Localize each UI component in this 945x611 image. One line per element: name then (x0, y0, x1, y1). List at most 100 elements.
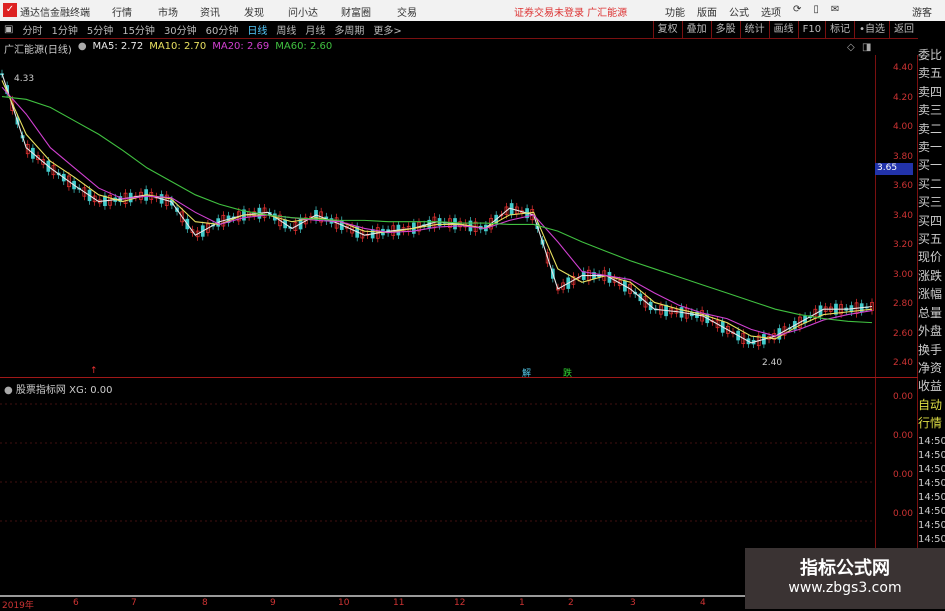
time-tick: 11 (393, 598, 405, 608)
series-line-ma5 (1, 73, 873, 344)
tab-period-daily[interactable]: 日线 (247, 22, 267, 37)
quote-panel-item[interactable]: 买四 (918, 212, 945, 230)
time-tick: 1 (519, 598, 525, 608)
quote-panel-item[interactable]: 涨跌 (918, 267, 945, 285)
quote-panel-item[interactable]: 外盘 (918, 322, 945, 340)
toolbar-button[interactable]: 复权 (652, 21, 682, 39)
menu-item[interactable]: 发现 (244, 4, 264, 19)
quote-panel-item[interactable]: 卖二 (918, 120, 945, 138)
tab-period[interactable]: 周线 (276, 22, 296, 37)
signal-marker: ↑ (90, 366, 98, 376)
watermark-url: www.zbgs3.com (788, 580, 902, 596)
settings-icon[interactable]: ● (78, 41, 87, 56)
help-icon[interactable]: ⟳ (793, 4, 801, 19)
quote-panel-item[interactable]: 卖一 (918, 138, 945, 156)
quote-panel-item[interactable]: 卖三 (918, 101, 945, 119)
settings-icon[interactable]: ● (4, 385, 16, 396)
window-icon[interactable]: ◨ (862, 42, 871, 53)
menu-item[interactable]: 资讯 (200, 4, 220, 19)
quote-panel-item[interactable]: 总量 (918, 304, 945, 322)
menu-layout[interactable]: 版面 (697, 4, 717, 19)
quote-panel-item[interactable]: 卖五 (918, 64, 945, 82)
quote-panel-item[interactable]: 14:50 (918, 477, 945, 491)
price-tick: 2.80 (892, 299, 913, 309)
quote-panel-item[interactable]: 14:50 (918, 533, 945, 547)
ma20-value: MA20: 2.69 (212, 41, 270, 52)
tab-period[interactable]: 月线 (305, 22, 325, 37)
menu-formula[interactable]: 公式 (729, 4, 749, 19)
time-tick: 4 (700, 598, 706, 608)
menu-options[interactable]: 选项 (761, 4, 781, 19)
indicator-tick: 0.00 (892, 392, 913, 402)
toolbar-button[interactable]: 多股 (710, 21, 740, 39)
tab-period[interactable]: 5分钟 (87, 22, 113, 37)
indicator-info: ● 股票指标网 XG: 0.00 (4, 381, 113, 396)
more-button[interactable]: 更多> (373, 22, 401, 37)
phone-icon[interactable]: ▯ (813, 4, 819, 19)
toolbar-button[interactable]: 返回 (889, 21, 918, 39)
tab-period[interactable]: 60分钟 (206, 22, 239, 37)
toolbar-button[interactable]: 标记 (825, 21, 854, 39)
chart-info-line: 广汇能源(日线) ● MA5: 2.72 MA10: 2.70 MA20: 2.… (4, 41, 332, 56)
kline-chart[interactable] (0, 55, 875, 595)
quote-panel: 委比 卖五 卖四 卖三 卖二 卖一 买一 买二 买三 买四 买五 现价 涨跌 涨幅 总量 外盘 换手 净资 收益 自动… (918, 46, 945, 547)
price-tick: 3.20 (892, 240, 913, 250)
quote-panel-item[interactable]: 买五 (918, 230, 945, 248)
time-tick: 8 (202, 598, 208, 608)
panel-toggle-icon[interactable]: ▣ (4, 24, 13, 35)
quote-panel-item[interactable]: 净资 (918, 359, 945, 377)
menu-item[interactable]: 财富圈 (341, 4, 371, 19)
toolbar-button[interactable]: 叠加 (681, 21, 711, 39)
quote-panel-item[interactable]: 14:50 (918, 491, 945, 505)
time-tick: 12 (454, 598, 466, 608)
quote-panel-item[interactable]: 买三 (918, 193, 945, 211)
quote-panel-item[interactable]: 买一 (918, 156, 945, 174)
quote-panel-item[interactable]: 14:50 (918, 449, 945, 463)
menu-item[interactable]: 行情 (112, 4, 132, 19)
quote-panel-item[interactable]: 买二 (918, 175, 945, 193)
tab-period[interactable]: 多周期 (334, 22, 364, 37)
indicator-tick: 0.00 (892, 470, 913, 480)
menu-item[interactable]: 交易 (397, 4, 417, 19)
price-tick: 4.00 (892, 122, 913, 132)
user-label[interactable]: 游客 (912, 4, 932, 19)
menu-item[interactable]: 市场 (158, 4, 178, 19)
quote-panel-item[interactable]: 行情 (918, 414, 945, 432)
pane-divider[interactable] (0, 377, 918, 378)
quote-panel-item[interactable]: 14:50 (918, 463, 945, 477)
menu-function[interactable]: 功能 (665, 4, 685, 19)
tab-period[interactable]: 30分钟 (164, 22, 197, 37)
time-tick: 2 (568, 598, 574, 608)
series-line-ma60 (1, 96, 873, 324)
watermark-title: 指标公式网 (800, 558, 890, 579)
toolbar-button[interactable]: •自选 (854, 21, 889, 39)
quote-panel-item[interactable]: 现价 (918, 248, 945, 266)
quote-panel-item[interactable]: 自动 (918, 396, 945, 414)
quote-panel-item[interactable]: 14:50 (918, 435, 945, 449)
menu-item[interactable]: 问小达 (288, 4, 318, 19)
indicator-tick: 0.00 (892, 431, 913, 441)
ma5-value: MA5: 2.72 (92, 41, 144, 52)
quote-panel-item[interactable]: 14:50 (918, 505, 945, 519)
tab-period[interactable]: 15分钟 (122, 22, 155, 37)
price-tick: 3.60 (892, 181, 913, 191)
message-icon[interactable]: ✉ (831, 4, 839, 19)
toolbar-button[interactable]: F10 (797, 21, 825, 39)
quote-panel-item[interactable]: 14:50 (918, 519, 945, 533)
toolbar-button[interactable]: 画线 (768, 21, 798, 39)
quote-panel-item[interactable]: 收益 (918, 377, 945, 395)
time-tick: 9 (270, 598, 276, 608)
price-tick: 3.80 (892, 151, 913, 162)
indicator-name: 股票指标网 (15, 385, 66, 396)
time-tick: 10 (338, 598, 350, 608)
quote-panel-item[interactable]: 换手 (918, 341, 945, 359)
quote-panel-item[interactable]: 委比 (918, 46, 945, 64)
toolbar-button[interactable]: 统计 (739, 21, 769, 39)
ma60-value: MA60: 2.60 (275, 41, 333, 52)
diamond-icon[interactable]: ◇ (847, 42, 855, 53)
quote-panel-item[interactable]: 涨幅 (918, 285, 945, 303)
quote-panel-item[interactable]: 卖四 (918, 83, 945, 101)
tab-period[interactable]: 1分钟 (51, 22, 77, 37)
price-tick: 3.40 (892, 210, 913, 221)
tab-period[interactable]: 分时 (22, 22, 42, 37)
